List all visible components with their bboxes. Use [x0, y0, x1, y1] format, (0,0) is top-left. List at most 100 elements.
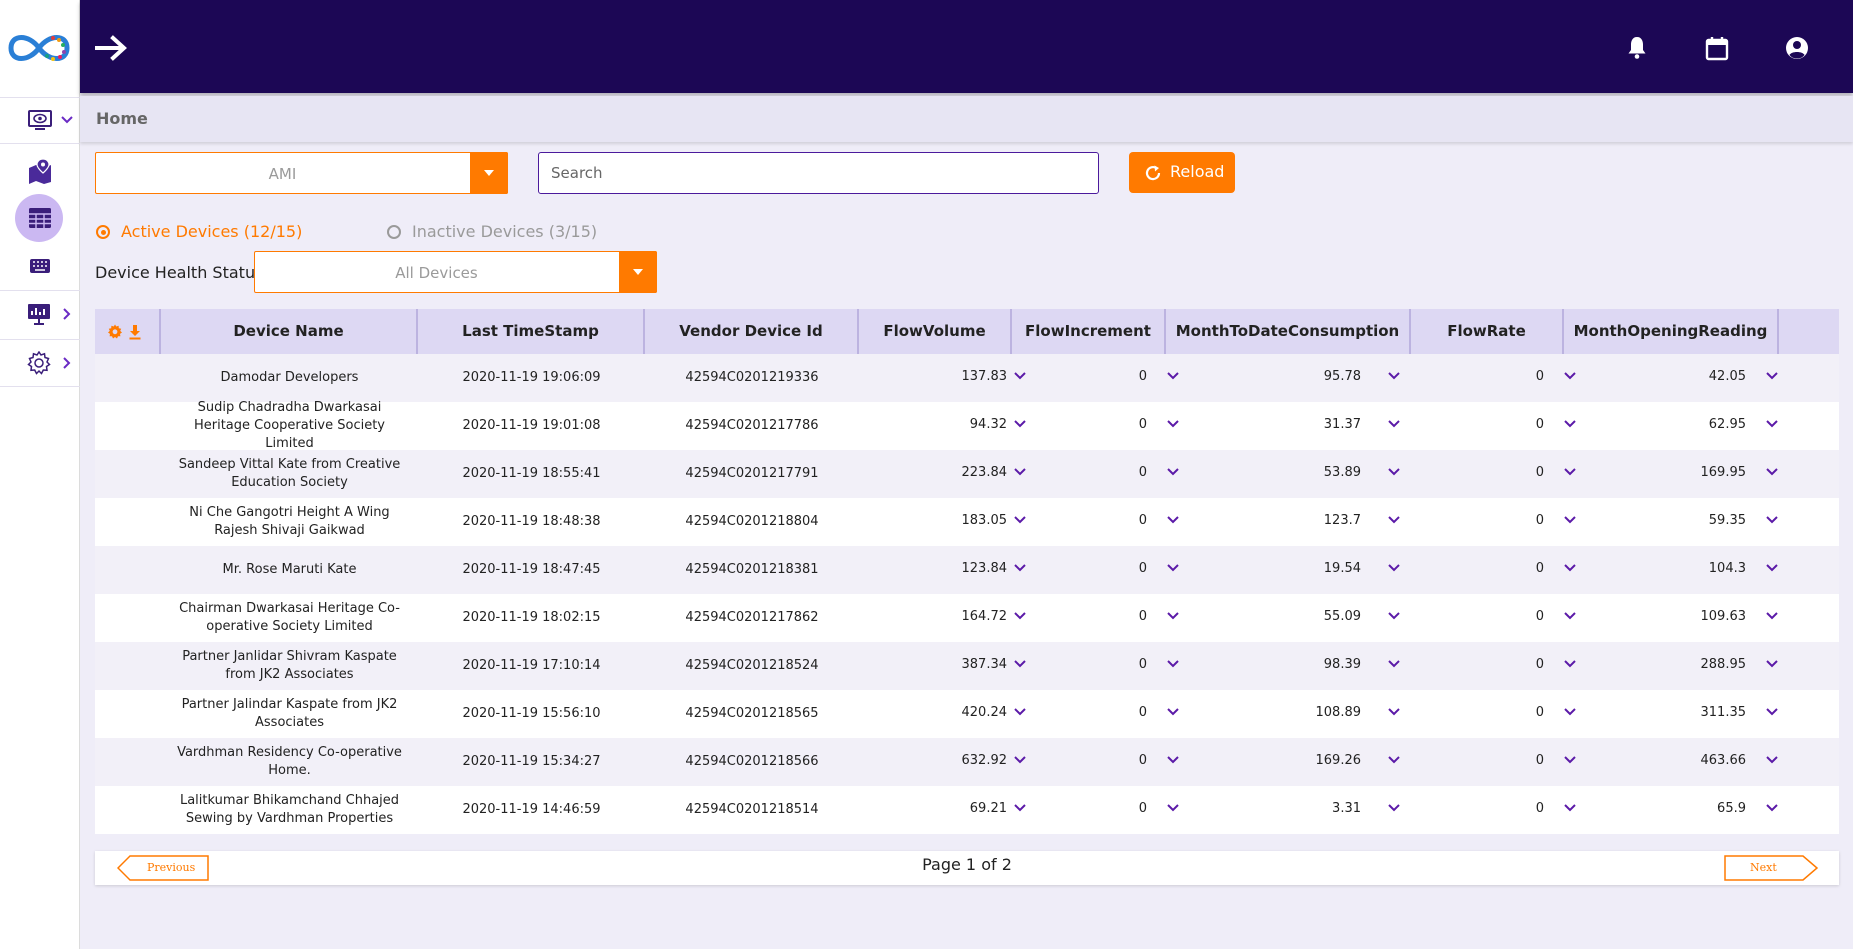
expand-chevron-icon[interactable] — [1167, 660, 1179, 668]
expand-chevron-icon[interactable] — [1564, 516, 1576, 524]
expand-chevron-icon[interactable] — [1014, 564, 1026, 572]
column-header-flow-increment[interactable]: FlowIncrement — [1012, 309, 1166, 354]
expand-chevron-icon[interactable] — [1388, 516, 1400, 524]
expand-chevron-icon[interactable] — [1014, 516, 1026, 524]
reload-button[interactable]: Reload — [1129, 152, 1235, 193]
expand-chevron-icon[interactable] — [1564, 756, 1576, 764]
cell-vendor-device-id: 42594C0201217791 — [645, 450, 859, 498]
column-header-last-timestamp[interactable]: Last TimeStamp — [418, 309, 645, 354]
expand-chevron-icon[interactable] — [1014, 756, 1026, 764]
column-header-vendor-device-id[interactable]: Vendor Device Id — [645, 309, 859, 354]
inactive-devices-radio[interactable]: Inactive Devices (3/15) — [387, 222, 607, 242]
bell-icon[interactable] — [1623, 34, 1651, 62]
download-icon[interactable] — [129, 325, 141, 340]
app-logo[interactable] — [5, 26, 73, 70]
account-circle-icon[interactable] — [1783, 34, 1811, 62]
expand-chevron-icon[interactable] — [1014, 804, 1026, 812]
expand-chevron-icon[interactable] — [1014, 612, 1026, 620]
expand-chevron-icon[interactable] — [1014, 708, 1026, 716]
table-row[interactable]: Chairman Dwarkasai Heritage Co-operative… — [95, 594, 1839, 642]
arrow-right-icon[interactable] — [94, 30, 130, 66]
expand-chevron-icon[interactable] — [1766, 756, 1778, 764]
table-row[interactable]: Lalitkumar Bhikamchand Chhajed Sewing by… — [95, 786, 1839, 834]
search-input[interactable] — [538, 152, 1099, 194]
expand-chevron-icon[interactable] — [1167, 420, 1179, 428]
expand-chevron-icon[interactable] — [1388, 612, 1400, 620]
next-button[interactable]: Next — [1724, 855, 1818, 881]
dropdown-caret-icon[interactable] — [470, 152, 508, 194]
active-devices-radio[interactable]: Active Devices (12/15) — [96, 222, 316, 242]
cell-flow-rate: 0 — [1535, 609, 1544, 624]
chevron-down-icon — [61, 116, 73, 124]
expand-chevron-icon[interactable] — [1167, 708, 1179, 716]
table-row[interactable]: Sandeep Vittal Kate from Creative Educat… — [95, 450, 1839, 498]
expand-chevron-icon[interactable] — [1388, 420, 1400, 428]
expand-chevron-icon[interactable] — [1564, 564, 1576, 572]
expand-chevron-icon[interactable] — [1766, 708, 1778, 716]
expand-chevron-icon[interactable] — [1167, 804, 1179, 812]
device-type-select[interactable]: AMI — [95, 152, 508, 194]
sidebar-item-map[interactable] — [0, 150, 80, 194]
expand-chevron-icon[interactable] — [1014, 420, 1026, 428]
expand-chevron-icon[interactable] — [1564, 804, 1576, 812]
expand-chevron-icon[interactable] — [1167, 564, 1179, 572]
expand-chevron-icon[interactable] — [1766, 372, 1778, 380]
expand-chevron-icon[interactable] — [1014, 468, 1026, 476]
gear-icon[interactable] — [108, 324, 122, 339]
column-header-flow-volume[interactable]: FlowVolume — [859, 309, 1012, 354]
expand-chevron-icon[interactable] — [1014, 660, 1026, 668]
calendar-icon[interactable] — [1703, 34, 1731, 62]
expand-chevron-icon[interactable] — [1388, 372, 1400, 380]
expand-chevron-icon[interactable] — [1388, 564, 1400, 572]
expand-chevron-icon[interactable] — [1564, 660, 1576, 668]
expand-chevron-icon[interactable] — [1167, 516, 1179, 524]
expand-chevron-icon[interactable] — [1388, 660, 1400, 668]
expand-chevron-icon[interactable] — [1564, 612, 1576, 620]
expand-chevron-icon[interactable] — [1388, 804, 1400, 812]
expand-chevron-icon[interactable] — [1564, 372, 1576, 380]
expand-chevron-icon[interactable] — [1766, 420, 1778, 428]
expand-chevron-icon[interactable] — [1388, 708, 1400, 716]
sidebar-item-keyboard[interactable] — [0, 244, 80, 288]
expand-chevron-icon[interactable] — [1167, 756, 1179, 764]
sidebar-item-reports[interactable] — [0, 292, 80, 336]
cell-month-opening: 104.3 — [1708, 561, 1746, 576]
column-header-flow-rate[interactable]: FlowRate — [1411, 309, 1564, 354]
table-row[interactable]: Sudip Chadradha Dwarkasai Heritage Coope… — [95, 400, 1839, 451]
cell-vendor-device-id: 42594C0201219336 — [645, 354, 859, 402]
table-row[interactable]: Damodar Developers 2020-11-19 19:06:09 425… — [95, 354, 1839, 402]
table-row[interactable]: Partner Janlidar Shivram Kaspate from JK… — [95, 642, 1839, 690]
sidebar-item-table[interactable] — [0, 196, 80, 240]
column-header-month-to-date[interactable]: MonthToDateConsumption — [1166, 309, 1411, 354]
table-row[interactable]: Vardhman Residency Co-operative Home. 202… — [95, 738, 1839, 786]
cell-vendor-device-id-text: 42594C0201218524 — [685, 658, 819, 673]
table-row[interactable]: Mr. Rose Maruti Kate 2020-11-19 18:47:45 4… — [95, 546, 1839, 594]
sidebar-item-settings[interactable] — [0, 341, 80, 385]
inactive-devices-label: Inactive Devices (3/15) — [412, 222, 598, 241]
cell-flow-rate: 0 — [1535, 753, 1544, 768]
expand-chevron-icon[interactable] — [1564, 420, 1576, 428]
cell-flow-volume: 632.92 — [961, 753, 1008, 768]
expand-chevron-icon[interactable] — [1388, 756, 1400, 764]
expand-chevron-icon[interactable] — [1388, 468, 1400, 476]
table-row[interactable]: Ni Che Gangotri Height A Wing Rajesh Shi… — [95, 498, 1839, 546]
expand-chevron-icon[interactable] — [1167, 468, 1179, 476]
expand-chevron-icon[interactable] — [1167, 612, 1179, 620]
expand-chevron-icon[interactable] — [1766, 468, 1778, 476]
sidebar-item-monitoring[interactable] — [0, 98, 80, 142]
cell-month-opening: 463.66 — [1700, 753, 1747, 768]
table-row[interactable]: Partner Jalindar Kaspate from JK2 Associ… — [95, 690, 1839, 738]
expand-chevron-icon[interactable] — [1766, 804, 1778, 812]
expand-chevron-icon[interactable] — [1766, 516, 1778, 524]
expand-chevron-icon[interactable] — [1014, 372, 1026, 380]
expand-chevron-icon[interactable] — [1564, 468, 1576, 476]
device-health-select[interactable]: All Devices — [254, 251, 657, 293]
expand-chevron-icon[interactable] — [1564, 708, 1576, 716]
expand-chevron-icon[interactable] — [1766, 564, 1778, 572]
column-header-device-name[interactable]: Device Name — [161, 309, 418, 354]
column-header-month-opening[interactable]: MonthOpeningReading — [1564, 309, 1779, 354]
expand-chevron-icon[interactable] — [1766, 660, 1778, 668]
expand-chevron-icon[interactable] — [1167, 372, 1179, 380]
dropdown-caret-icon[interactable] — [619, 251, 657, 293]
expand-chevron-icon[interactable] — [1766, 612, 1778, 620]
